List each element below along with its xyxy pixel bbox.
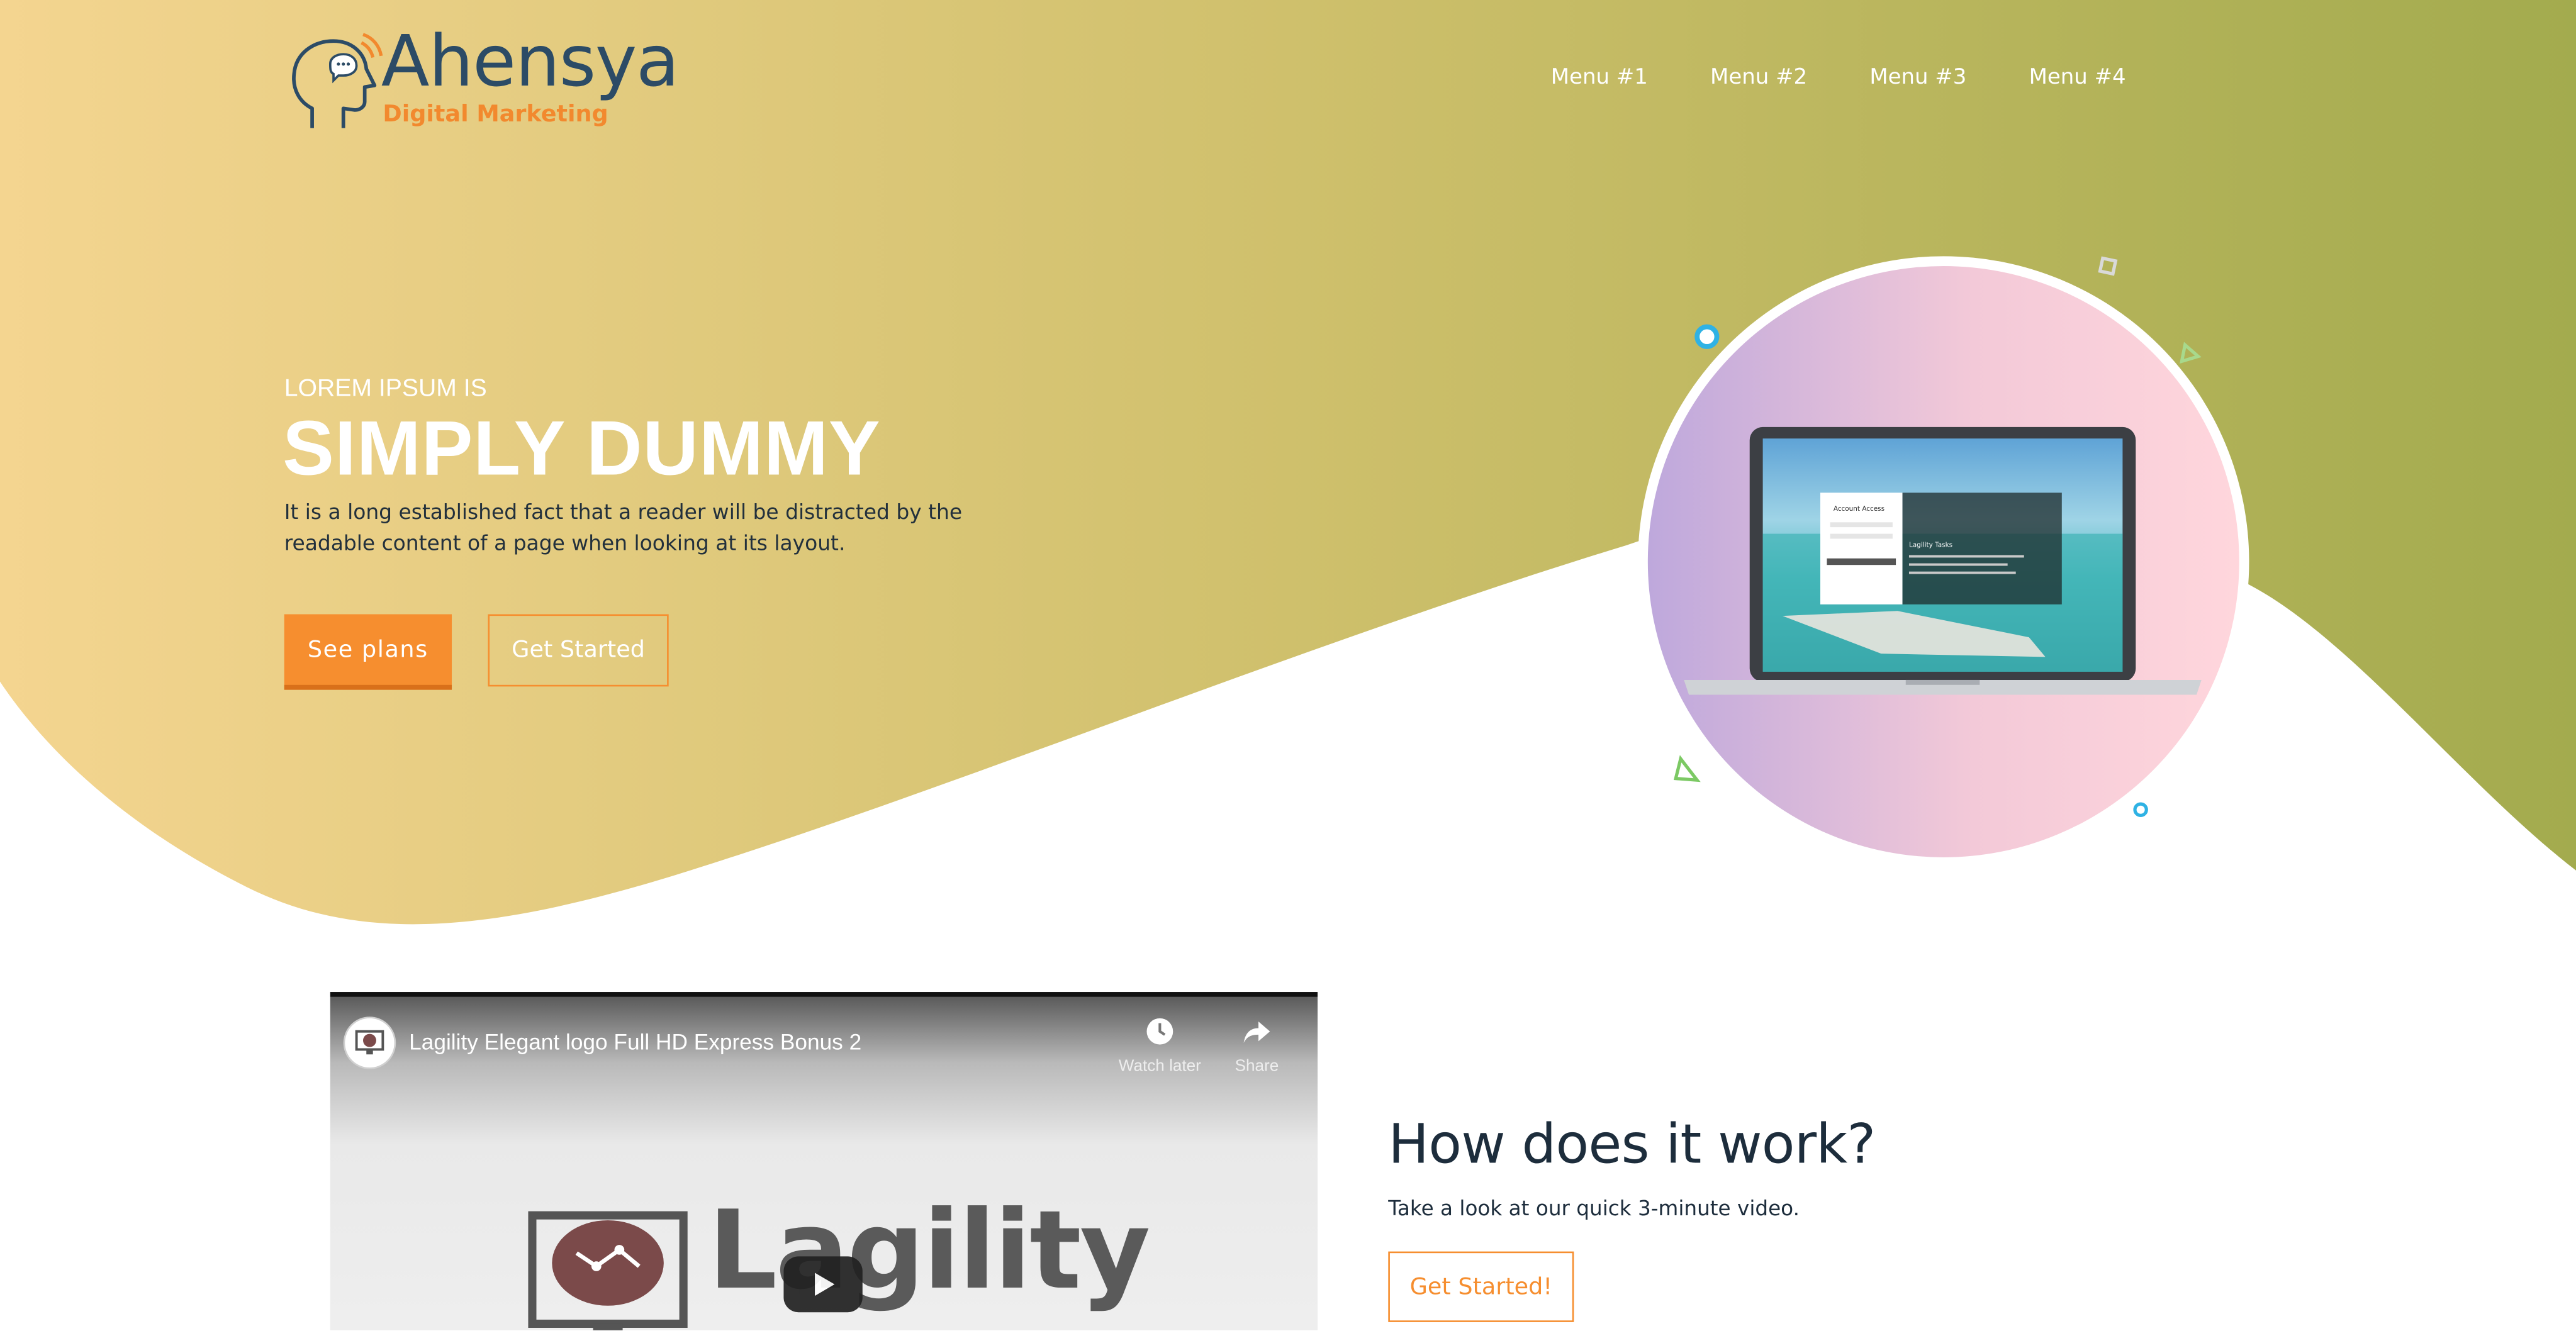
clock-icon	[1146, 1018, 1173, 1045]
video-brand-word: Lagility	[708, 1187, 1150, 1314]
deco-circle-blue	[1694, 324, 1720, 349]
login-card-title: Account Access	[1834, 505, 1884, 513]
brand-logo[interactable]: Ahensya Digital Marketing	[289, 21, 692, 142]
video-title[interactable]: Lagility Elegant logo Full HD Express Bo…	[409, 1030, 861, 1054]
brand-tagline: Digital Marketing	[383, 101, 608, 128]
how-it-works-title: How does it work?	[1388, 1111, 1876, 1176]
watch-later-label: Watch later	[1118, 1057, 1201, 1076]
video-player[interactable]: Lagility Elegant logo Full HD Express Bo…	[330, 992, 1318, 1330]
channel-avatar[interactable]	[343, 1016, 396, 1069]
watch-later-button[interactable]: Watch later	[1109, 1016, 1211, 1076]
nav-item-menu-1[interactable]: Menu #1	[1551, 65, 1648, 90]
see-plans-button[interactable]: See plans	[284, 614, 452, 690]
share-button[interactable]: Share	[1227, 1016, 1286, 1076]
brand-name: Ahensya	[381, 21, 680, 104]
brain-monitor-icon	[355, 1030, 384, 1055]
deco-circle-small	[2133, 802, 2148, 817]
get-started-button[interactable]: Get Started	[488, 614, 669, 687]
head-profile-icon	[292, 33, 383, 128]
hero-description: It is a long established fact that a rea…	[284, 499, 963, 555]
deco-triangle-top	[2179, 342, 2202, 364]
get-started-video-button[interactable]: Get Started!	[1388, 1251, 1574, 1322]
brain-computer-icon	[528, 1211, 688, 1330]
hero-eyebrow: LOREM IPSUM IS	[284, 374, 487, 403]
nav-item-menu-4[interactable]: Menu #4	[2029, 65, 2126, 90]
page: Ahensya Digital Marketing Menu #1 Menu #…	[0, 0, 2576, 1330]
share-label: Share	[1235, 1057, 1279, 1076]
hero-illustration: Account Access Lagility Tasks	[1638, 256, 2249, 867]
hero-headline: SIMPLY DUMMY	[283, 404, 881, 491]
play-button[interactable]	[783, 1256, 863, 1313]
how-it-works-subtitle: Take a look at our quick 3-minute video.	[1388, 1195, 1800, 1220]
task-panel-title: Lagility Tasks	[1909, 541, 1952, 549]
nav-item-menu-3[interactable]: Menu #3	[1869, 65, 1966, 90]
deco-square	[2098, 256, 2118, 276]
play-icon	[815, 1273, 835, 1296]
nav-item-menu-2[interactable]: Menu #2	[1710, 65, 1807, 90]
main-nav: Menu #1 Menu #2 Menu #3 Menu #4	[1551, 65, 2188, 90]
share-arrow-icon	[1243, 1022, 1270, 1043]
deco-triangle-bottom	[1673, 755, 1701, 782]
